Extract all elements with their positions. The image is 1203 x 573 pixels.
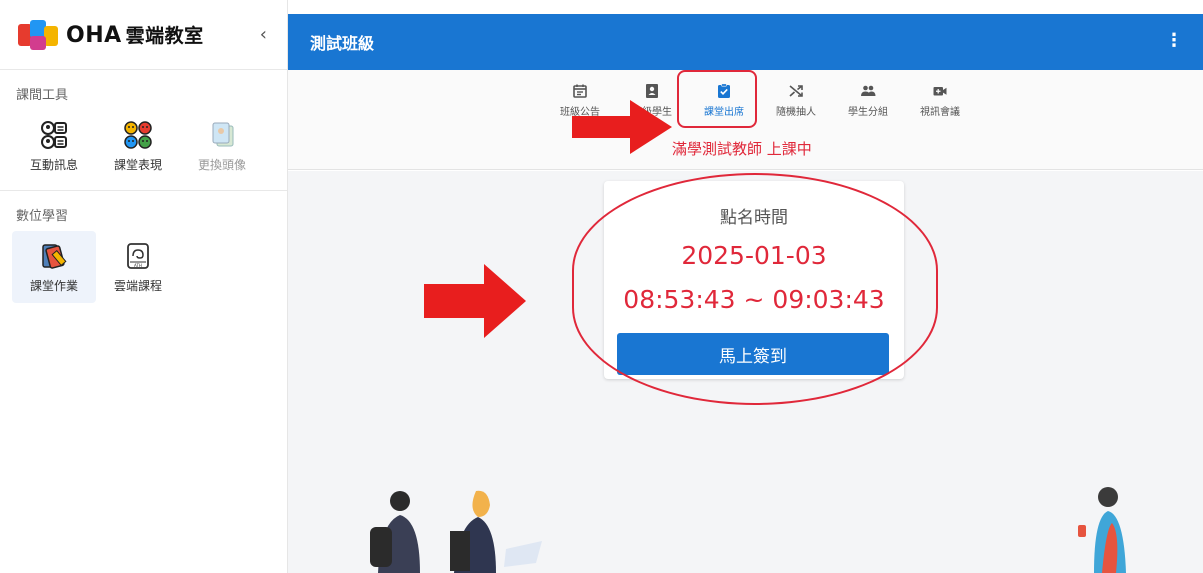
chat-avatars-icon	[39, 120, 69, 150]
video-call-icon	[933, 86, 947, 95]
emoji-faces-icon	[123, 120, 153, 150]
main-content: 點名時間 2025-01-03 08:53:43 ~ 09:03:43 馬上簽到	[288, 171, 1203, 573]
contact-card-icon	[646, 83, 658, 98]
tab-grouping[interactable]: 學生分組	[832, 78, 904, 122]
tools-group: 互動訊息 課堂表現 更換頭像	[0, 110, 287, 182]
red-arrow-icon	[424, 264, 526, 338]
tab-random-pick[interactable]: 隨機抽人	[760, 78, 832, 122]
shuffle-icon	[789, 84, 803, 97]
group-icon	[861, 85, 876, 96]
tool-label: 課堂作業	[29, 278, 78, 293]
tool-label: 更換頭像	[197, 157, 246, 172]
brand-title: OHA 雲端教室	[66, 21, 204, 48]
avatar-cards-icon	[207, 120, 237, 150]
class-title: 測試班級	[310, 34, 375, 53]
section-title-digital: 數位學習	[16, 209, 69, 224]
tab-label: 學生分組	[848, 106, 888, 118]
cloud-course-icon: ATH	[123, 241, 153, 271]
attendance-tab-highlight	[677, 70, 757, 128]
attendance-card-highlight	[572, 173, 938, 405]
brand-name: 雲端教室	[125, 25, 204, 47]
oha-logo-icon	[16, 18, 60, 52]
calendar-icon	[573, 84, 587, 98]
student-illustration-right	[1078, 487, 1126, 573]
teacher-status: 滿學測試教師 上課中	[672, 140, 812, 158]
brand-header: OHA 雲端教室 ‹	[0, 0, 287, 70]
tab-label: 隨機抽人	[776, 106, 816, 118]
more-menu-icon[interactable]: ⋮	[1165, 30, 1183, 51]
tab-label: 視訊會議	[920, 106, 960, 118]
tool-label: 雲端課程	[113, 278, 162, 293]
red-arrow-icon	[572, 100, 672, 154]
sidebar: OHA 雲端教室 ‹ 課間工具 互動訊息 課堂表現 更換頭像 數位學習 課堂作業…	[0, 0, 288, 573]
tool-class-performance[interactable]: 課堂表現	[96, 110, 180, 182]
tool-label: 互動訊息	[29, 157, 78, 172]
tool-cloud-course[interactable]: ATH 雲端課程	[96, 231, 180, 303]
brand-oha: OHA	[66, 23, 122, 48]
tool-homework[interactable]: 課堂作業	[12, 231, 96, 303]
digital-group: 課堂作業 ATH 雲端課程	[0, 231, 287, 303]
homework-books-icon	[39, 241, 69, 271]
tool-interactive-message[interactable]: 互動訊息	[12, 110, 96, 182]
tool-label: 課堂表現	[113, 157, 162, 172]
section-title-tools: 課間工具	[16, 88, 69, 103]
tab-bar: 班級公告 班級學生 課堂出席 隨機抽人 學生分組 視訊會議 滿學測試教師 上課中	[288, 70, 1203, 170]
students-illustration	[370, 490, 542, 573]
collapse-sidebar-icon[interactable]: ‹	[260, 26, 267, 44]
app-header: 測試班級 ⋮	[288, 14, 1203, 70]
tool-change-avatar[interactable]: 更換頭像	[180, 110, 264, 182]
svg-text:ATH: ATH	[134, 263, 142, 268]
tab-video-meeting[interactable]: 視訊會議	[904, 78, 976, 122]
